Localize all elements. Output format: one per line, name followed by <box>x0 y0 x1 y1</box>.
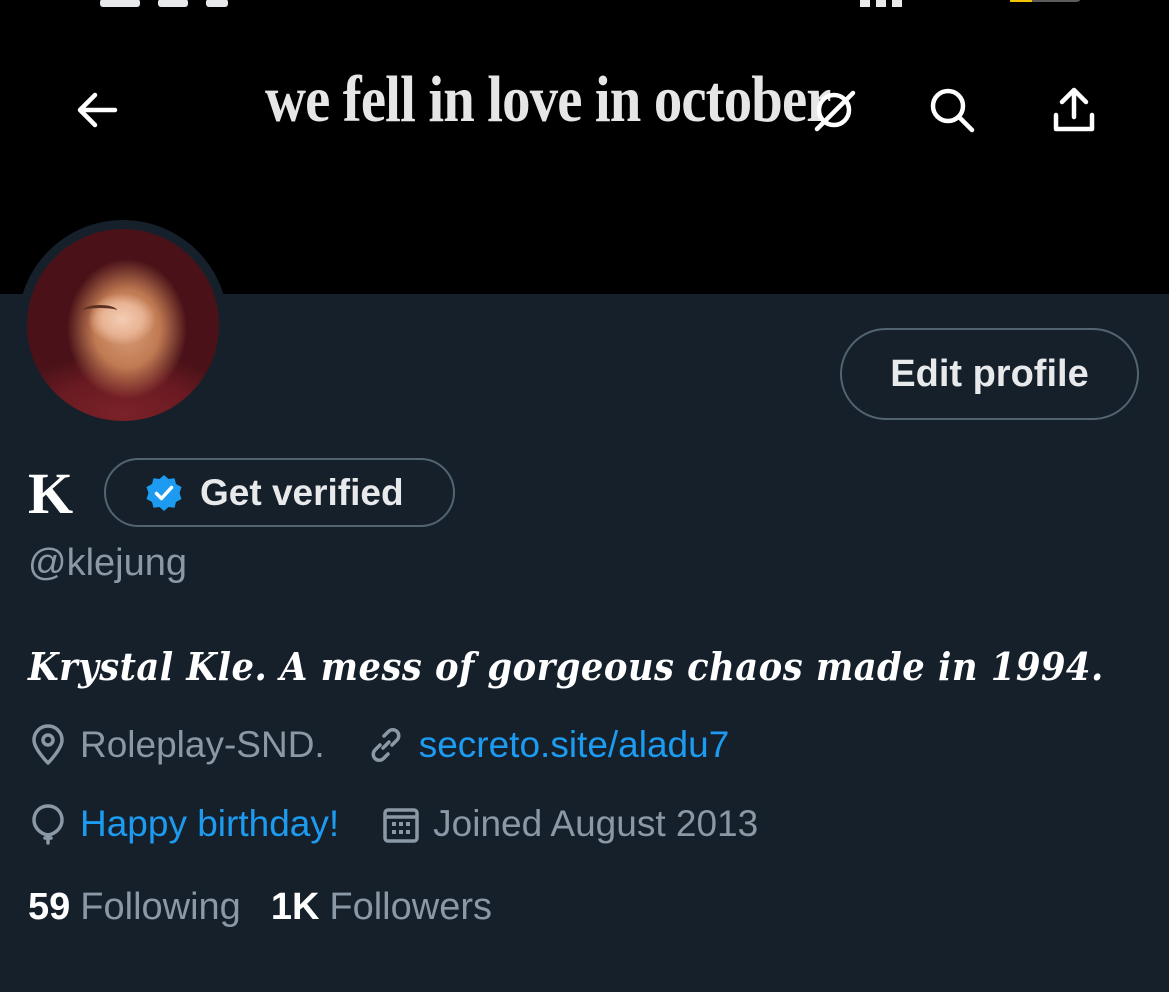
link-icon <box>371 728 401 762</box>
location-text: Roleplay-SND. <box>80 724 325 765</box>
get-verified-label: Get verified <box>200 471 404 513</box>
grok-button[interactable] <box>806 82 862 138</box>
website-item[interactable]: secreto.site/aladu7 <box>365 724 730 766</box>
followers-label: Followers <box>329 886 492 928</box>
location-pin-icon <box>32 724 64 765</box>
birthday-item[interactable]: Happy birthday! <box>28 802 339 846</box>
battery-icon <box>1010 0 1082 2</box>
username-handle: @klejung <box>28 542 187 584</box>
location-item: Roleplay-SND. <box>28 724 325 766</box>
joined-item: Joined August 2013 <box>381 803 758 845</box>
arrow-left-icon <box>77 92 118 128</box>
follow-stats: 59 Following 1K Followers <box>28 886 492 929</box>
get-verified-button[interactable]: Get verified <box>104 458 455 527</box>
following-link[interactable]: 59 Following <box>28 886 241 929</box>
birthday-text[interactable]: Happy birthday! <box>80 803 339 845</box>
back-button[interactable] <box>69 82 125 138</box>
share-icon <box>1053 87 1095 132</box>
banner-text: we fell in love in october <box>265 63 831 136</box>
avatar-container[interactable] <box>18 220 228 430</box>
search-button[interactable] <box>924 82 980 138</box>
profile-meta-row: Happy birthday! Joined August 2013 <box>28 802 758 846</box>
calendar-icon <box>383 808 419 843</box>
edit-profile-button[interactable]: Edit profile <box>840 328 1139 420</box>
avatar[interactable] <box>27 229 219 421</box>
grok-icon <box>814 90 856 132</box>
website-link[interactable]: secreto.site/aladu7 <box>419 724 730 766</box>
verified-badge-icon <box>146 474 182 511</box>
signal-icon <box>860 0 920 7</box>
status-bar-left <box>100 0 280 7</box>
search-icon <box>930 88 975 133</box>
display-name: K <box>28 461 74 526</box>
followers-count: 1K <box>270 886 320 928</box>
joined-date: Joined August 2013 <box>433 803 759 844</box>
following-label: Following <box>80 886 241 928</box>
followers-link[interactable]: 1K Followers <box>271 886 492 929</box>
share-button[interactable] <box>1046 82 1102 138</box>
profile-meta-row: Roleplay-SND. secreto.site/aladu7 <box>28 724 729 766</box>
bio-text: Krystal Kle. A mess of gorgeous chaos ma… <box>28 644 1104 689</box>
following-count: 59 <box>28 886 71 928</box>
balloon-icon <box>32 804 64 845</box>
